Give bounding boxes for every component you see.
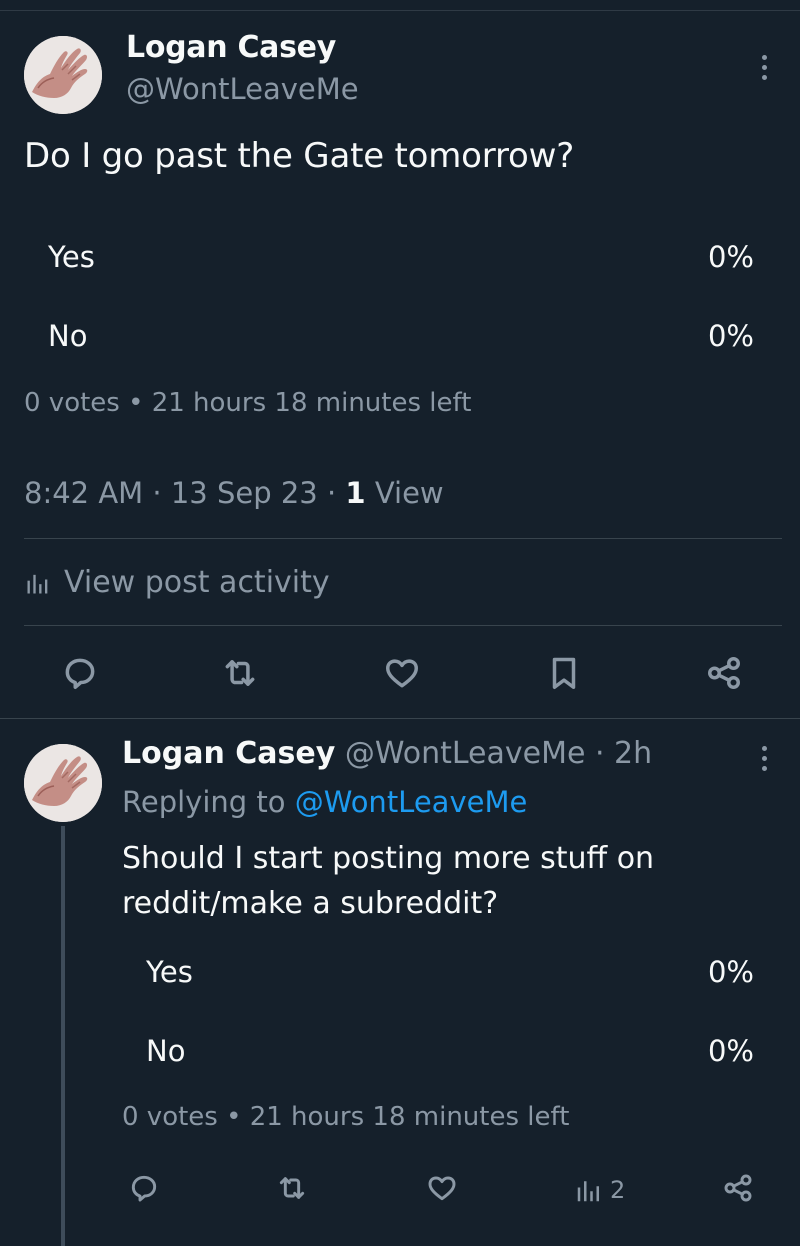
- avatar[interactable]: [24, 36, 102, 114]
- reply-text: Should I start posting more stuff on red…: [122, 841, 655, 921]
- divider: [24, 538, 782, 539]
- more-options-icon[interactable]: [754, 45, 774, 89]
- divider: [0, 718, 800, 719]
- replying-prefix: Replying to: [122, 785, 295, 819]
- reply-icon[interactable]: [58, 651, 102, 695]
- author-name[interactable]: Logan Casey: [126, 30, 336, 65]
- top-divider: [0, 10, 800, 11]
- poll-option-label: No: [48, 319, 88, 353]
- views-count: 2: [610, 1176, 626, 1204]
- post-text: Do I go past the Gate tomorrow?: [24, 136, 575, 176]
- poll-option-percent: 0%: [707, 240, 754, 274]
- avatar[interactable]: [24, 744, 102, 822]
- views-label: View: [365, 476, 444, 510]
- reply-icon[interactable]: [122, 1166, 166, 1210]
- poll-option-yes[interactable]: Yes 0%: [122, 947, 800, 997]
- poll-option-label: Yes: [146, 955, 193, 989]
- post-timestamp: 8:42 AM · 13 Sep 23 · 1 View: [24, 476, 444, 510]
- reply-header: Logan Casey @WontLeaveMe · 2h: [122, 736, 652, 771]
- analytics-icon: [577, 1181, 599, 1202]
- views-count: 1: [345, 476, 366, 510]
- views-button[interactable]: 2: [574, 1168, 625, 1212]
- poll-option-percent: 0%: [707, 319, 754, 353]
- view-post-activity-link[interactable]: View post activity: [24, 565, 330, 600]
- replying-to: Replying to @WontLeaveMe: [122, 785, 527, 819]
- poll-option-percent: 0%: [707, 1034, 754, 1068]
- bookmark-icon[interactable]: [542, 651, 586, 695]
- poll-option-label: Yes: [48, 240, 95, 274]
- more-options-icon[interactable]: [754, 736, 774, 780]
- author-name[interactable]: Logan Casey: [122, 736, 335, 771]
- author-handle[interactable]: @WontLeaveMe: [126, 72, 359, 106]
- like-icon[interactable]: [380, 651, 424, 695]
- author-handle-time[interactable]: @WontLeaveMe · 2h: [335, 736, 652, 771]
- retweet-icon[interactable]: [270, 1166, 314, 1210]
- tweet-detail-page: Logan Casey @WontLeaveMe Do I go past th…: [0, 0, 800, 1246]
- poll-option-no[interactable]: No 0%: [122, 1026, 800, 1076]
- timestamp-text[interactable]: 8:42 AM · 13 Sep 23 ·: [24, 476, 345, 510]
- poll-option-yes[interactable]: Yes 0%: [24, 232, 800, 282]
- divider: [24, 625, 782, 626]
- poll-meta: 0 votes • 21 hours 18 minutes left: [24, 388, 472, 418]
- share-icon[interactable]: [702, 651, 746, 695]
- poll-option-label: No: [146, 1034, 186, 1068]
- replying-handle-link[interactable]: @WontLeaveMe: [295, 785, 528, 819]
- thread-line: [61, 826, 65, 1246]
- activity-label: View post activity: [64, 565, 330, 600]
- share-icon[interactable]: [716, 1166, 760, 1210]
- retweet-icon[interactable]: [218, 651, 262, 695]
- poll-option-no[interactable]: No 0%: [24, 311, 800, 361]
- poll-meta: 0 votes • 21 hours 18 minutes left: [122, 1102, 570, 1132]
- analytics-icon: [27, 574, 48, 593]
- poll-option-percent: 0%: [707, 955, 754, 989]
- like-icon[interactable]: [420, 1166, 464, 1210]
